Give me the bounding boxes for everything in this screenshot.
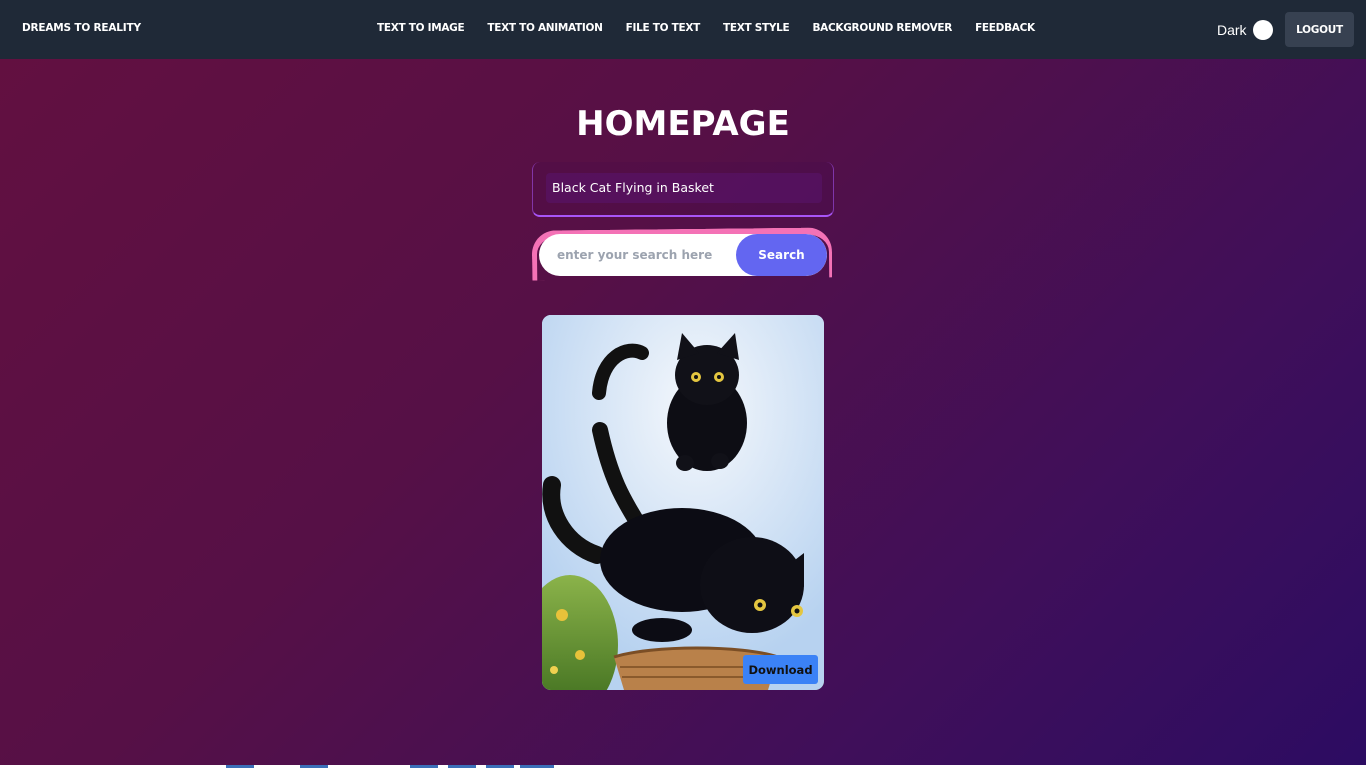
prompt-text: Black Cat Flying in Basket — [546, 173, 822, 203]
brand-link[interactable]: DREAMS TO REALITY — [22, 22, 141, 34]
toggle-knob-icon[interactable] — [1252, 20, 1273, 40]
nav-links: TEXT TO IMAGE TEXT TO ANIMATION FILE TO … — [377, 22, 1058, 34]
nav-link-file-to-text[interactable]: FILE TO TEXT — [626, 22, 701, 34]
search-bar: Search — [539, 234, 827, 276]
logout-button[interactable]: LOGOUT — [1285, 12, 1354, 47]
generated-image-card — [542, 315, 824, 690]
theme-label: Dark — [1217, 22, 1247, 38]
nav-link-text-to-image[interactable]: TEXT TO IMAGE — [377, 22, 465, 34]
nav-link-text-to-animation[interactable]: TEXT TO ANIMATION — [487, 22, 603, 34]
prompt-card: Black Cat Flying in Basket — [532, 162, 834, 217]
page-title: HOMEPAGE — [576, 104, 790, 144]
generated-image — [542, 315, 824, 690]
download-button[interactable]: Download — [743, 655, 818, 684]
nav-link-text-style[interactable]: TEXT STYLE — [723, 22, 790, 34]
search-button[interactable]: Search — [736, 234, 827, 276]
nav-link-feedback[interactable]: FEEDBACK — [975, 22, 1035, 34]
nav-link-background-remover[interactable]: BACKGROUND REMOVER — [812, 22, 952, 34]
theme-toggle[interactable]: Dark — [1217, 18, 1273, 42]
search-input[interactable] — [539, 234, 739, 276]
top-navbar: DREAMS TO REALITY TEXT TO IMAGE TEXT TO … — [0, 0, 1366, 59]
